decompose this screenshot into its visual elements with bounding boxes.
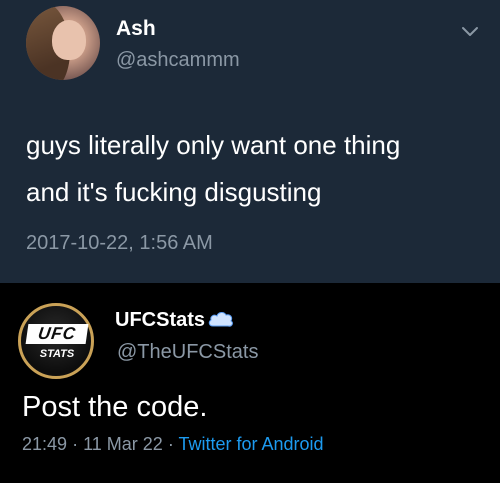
avatar-face bbox=[52, 20, 86, 60]
separator: · bbox=[167, 434, 174, 454]
user-handle[interactable]: @ashcammm bbox=[116, 49, 240, 72]
tweet-time[interactable]: 21:49 bbox=[22, 434, 67, 454]
tweet-date[interactable]: 11 Mar 22 bbox=[83, 434, 163, 454]
chevron-down-icon[interactable] bbox=[460, 24, 480, 40]
tweet-text: guys literally only want one thing and i… bbox=[26, 130, 401, 207]
user-handle[interactable]: @TheUFCStats bbox=[117, 341, 258, 364]
name-row: UFCStats bbox=[115, 306, 235, 334]
tweet-source-link[interactable]: Twitter for Android bbox=[179, 434, 324, 454]
avatar[interactable] bbox=[26, 6, 100, 80]
avatar-logo-subtext: STATS bbox=[39, 348, 75, 360]
tweet-ufcstats: UFC STATS UFCStats @TheUFCStats Post the… bbox=[0, 283, 500, 483]
avatar[interactable]: UFC STATS bbox=[18, 303, 94, 379]
display-name[interactable]: UFCStats bbox=[115, 309, 205, 332]
tweet-meta: 21:49 · 11 Mar 22 · Twitter for Android bbox=[22, 434, 324, 455]
separator: · bbox=[72, 434, 79, 454]
display-name[interactable]: Ash bbox=[116, 17, 156, 41]
avatar-logo-text: UFC bbox=[25, 324, 89, 344]
tweet-text: Post the code. bbox=[22, 391, 208, 423]
tweet-ash: Ash @ashcammm guys literally only want o… bbox=[0, 0, 500, 283]
tweet-timestamp[interactable]: 2017-10-22, 1:56 AM bbox=[26, 232, 213, 255]
cloud-icon bbox=[208, 312, 233, 327]
